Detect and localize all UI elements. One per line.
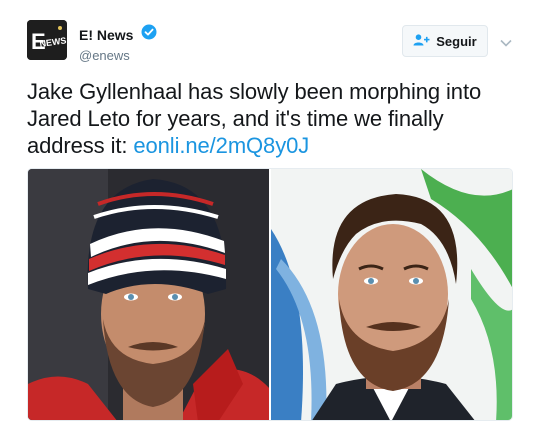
display-name[interactable]: E! News: [79, 27, 133, 43]
photo-left[interactable]: [28, 169, 269, 420]
chevron-down-icon[interactable]: [500, 34, 512, 52]
avatar[interactable]: E NEWS: [27, 20, 67, 60]
tweet-text: Jake Gyllenhaal has slowly been morphing…: [27, 78, 517, 159]
photo-left-image: [28, 169, 269, 420]
tweet-media[interactable]: [27, 168, 513, 421]
add-user-icon: [413, 33, 430, 49]
follow-button[interactable]: Seguir: [402, 25, 488, 57]
tweet-header: E NEWS E! News @enews Seguir: [27, 20, 517, 64]
verified-badge-icon: [141, 24, 157, 45]
tweet-link[interactable]: eonli.ne/2mQ8y0J: [133, 133, 309, 158]
photo-right[interactable]: [271, 169, 512, 420]
account-names: E! News @enews: [79, 24, 157, 63]
follow-button-label: Seguir: [436, 33, 477, 49]
photo-right-image: [271, 169, 512, 420]
enews-logo: E NEWS: [27, 20, 67, 60]
account-handle[interactable]: @enews: [79, 48, 157, 63]
